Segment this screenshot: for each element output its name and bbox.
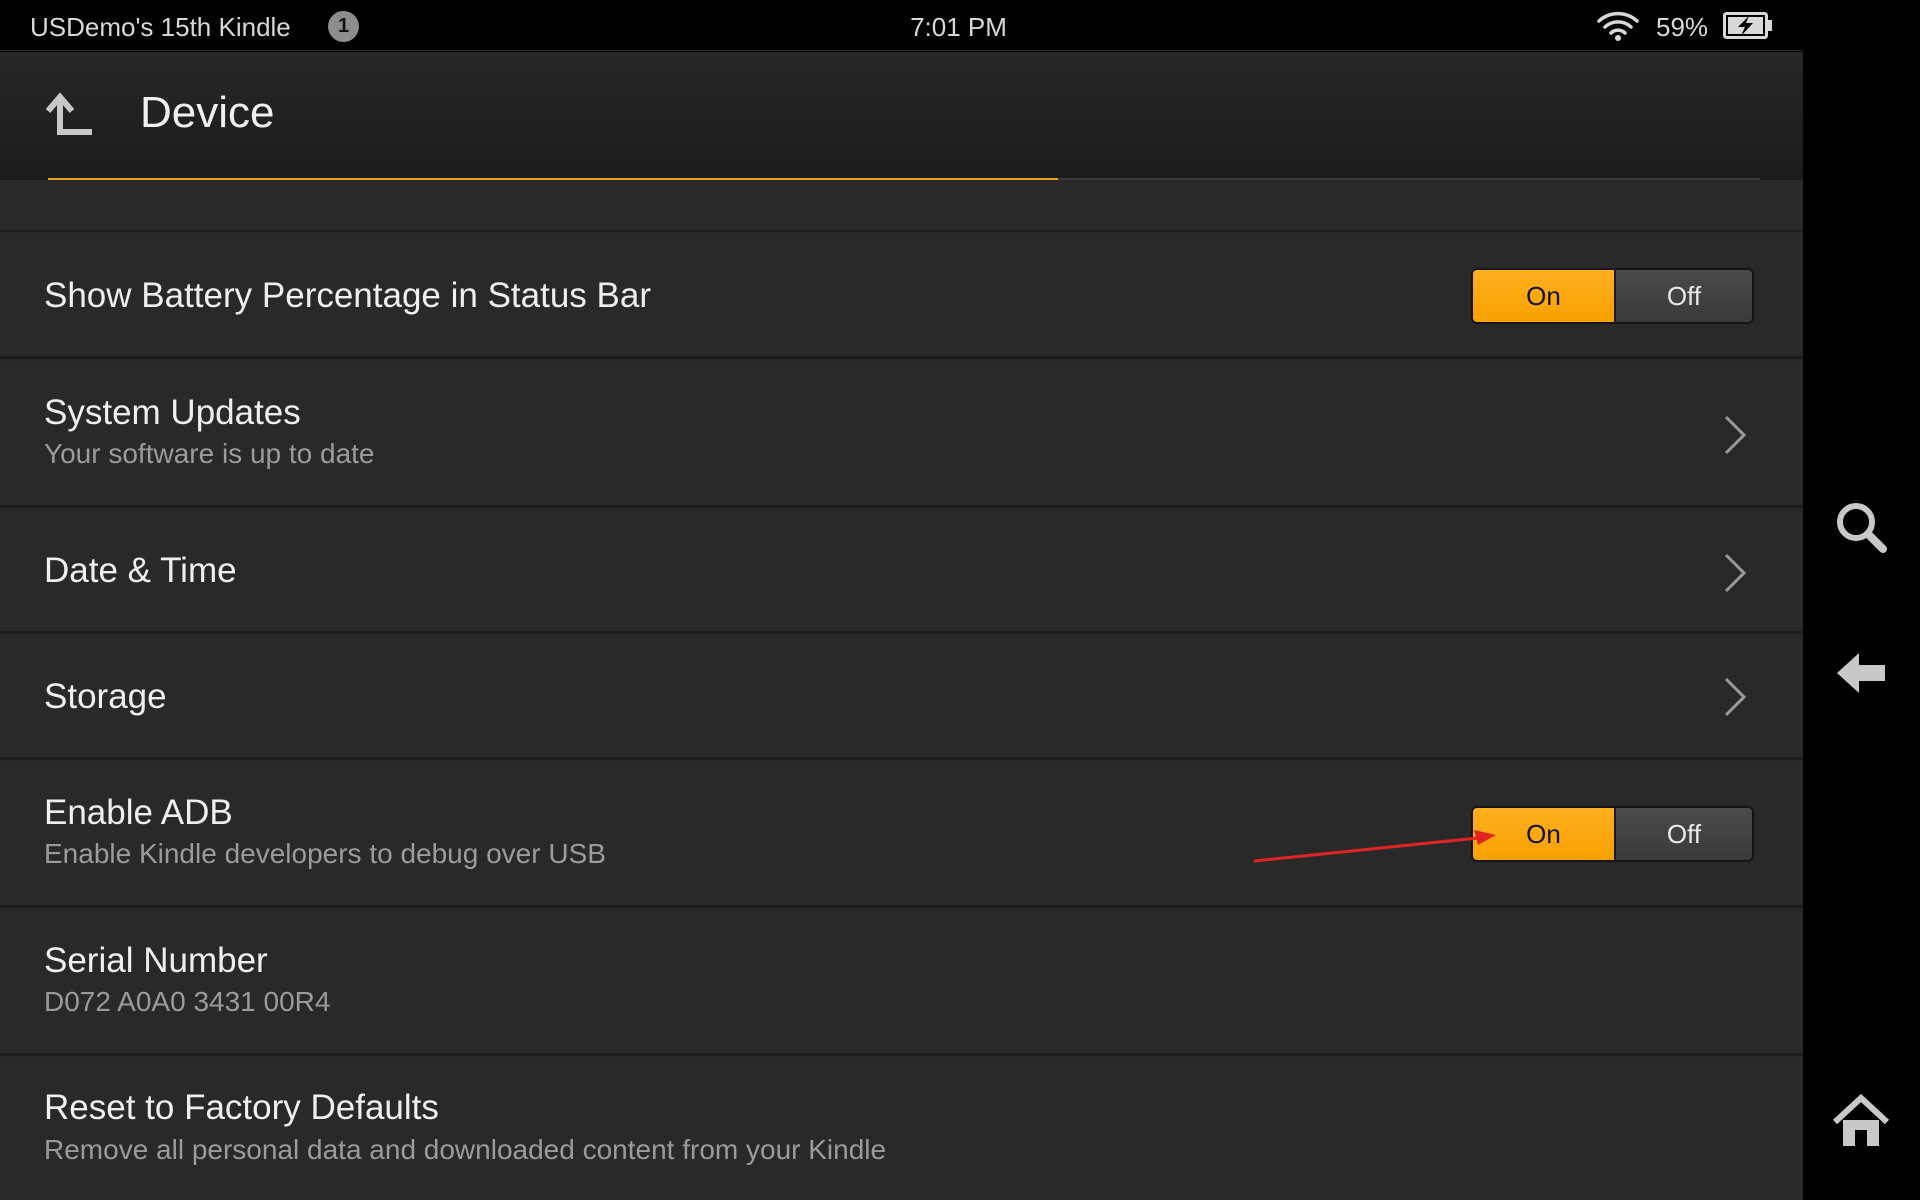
battery-percentage: 59% <box>1656 12 1709 42</box>
setting-serial-number: Serial Number D072 A0A0 3431 00R4 <box>0 911 1803 1056</box>
setting-storage[interactable]: Storage <box>0 637 1803 760</box>
chevron-right-icon <box>1724 553 1747 593</box>
settings-list: Show Battery Percentage in Status Bar On… <box>0 180 1803 1200</box>
system-nav-bar <box>1803 0 1920 1200</box>
toggle-off-button[interactable]: Off <box>1614 808 1752 860</box>
battery-percentage-toggle[interactable]: On Off <box>1471 268 1754 324</box>
setting-battery-percentage: Show Battery Percentage in Status Bar On… <box>0 234 1803 359</box>
page-header: Device <box>0 52 1803 181</box>
setting-factory-reset[interactable]: Reset to Factory Defaults Remove all per… <box>0 1059 1803 1200</box>
search-icon[interactable] <box>1831 497 1891 557</box>
page-title: Device <box>140 88 275 137</box>
toggle-on-button[interactable]: On <box>1473 808 1614 860</box>
serial-number-value: D072 A0A0 3431 00R4 <box>44 986 331 1017</box>
setting-title: Show Battery Percentage in Status Bar <box>44 276 651 315</box>
battery-charging-icon <box>1723 12 1772 39</box>
setting-title: Date & Time <box>44 551 237 590</box>
enable-adb-toggle[interactable]: On Off <box>1471 806 1754 862</box>
setting-subtitle: Enable Kindle developers to debug over U… <box>44 838 606 869</box>
setting-title: Enable ADB <box>44 793 233 832</box>
toggle-off-button[interactable]: Off <box>1614 270 1752 322</box>
setting-date-time[interactable]: Date & Time <box>0 511 1803 634</box>
chevron-right-icon <box>1724 677 1747 717</box>
toggle-on-button[interactable]: On <box>1473 270 1614 322</box>
setting-enable-adb: Enable ADB Enable Kindle developers to d… <box>0 763 1803 908</box>
wifi-icon <box>1597 11 1639 41</box>
setting-system-updates[interactable]: System Updates Your software is up to da… <box>0 362 1803 508</box>
kindle-screen: USDemo's 15th Kindle 1 7:01 PM 59% Devic… <box>0 0 1920 1200</box>
setting-title: System Updates <box>44 393 301 432</box>
setting-title: Storage <box>44 677 167 716</box>
setting-subtitle: Remove all personal data and downloaded … <box>44 1134 887 1165</box>
setting-title: Reset to Factory Defaults <box>44 1088 439 1127</box>
list-spacer <box>0 180 1803 232</box>
chevron-right-icon <box>1724 415 1747 455</box>
back-arrow-icon[interactable] <box>1831 643 1891 703</box>
status-bar: USDemo's 15th Kindle 1 7:01 PM 59% <box>0 0 1803 51</box>
setting-title: Serial Number <box>44 941 268 980</box>
up-arrow-icon[interactable] <box>44 91 94 137</box>
home-icon[interactable] <box>1831 1092 1891 1152</box>
setting-subtitle: Your software is up to date <box>44 438 375 469</box>
